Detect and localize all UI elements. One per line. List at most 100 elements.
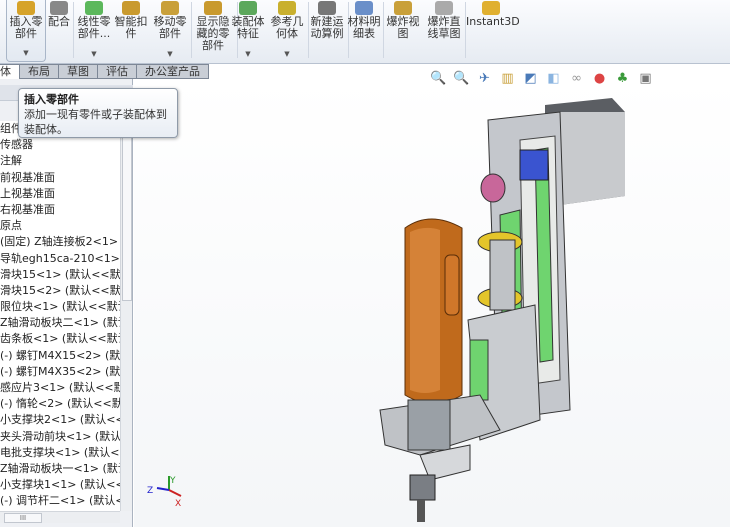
display-style-icon[interactable]: ◧ <box>545 70 562 87</box>
tab-4[interactable]: 办公室产品 <box>137 64 209 79</box>
tab-2[interactable]: 草图 <box>59 64 98 79</box>
z-label: Z <box>147 486 153 496</box>
tab-0[interactable]: 体 <box>0 64 20 79</box>
toolbar-button-smart-fastener[interactable]: 智能扣件 <box>112 0 150 62</box>
button-label: 部件 <box>159 27 181 40</box>
motion-study-icon <box>318 1 336 15</box>
tree-horizontal-scrollbar[interactable]: III <box>0 511 120 523</box>
view-settings-icon[interactable]: ▣ <box>637 70 654 87</box>
button-label: 线草图 <box>427 27 461 40</box>
toolbar-button-instant3d[interactable]: Instant3D <box>466 0 520 62</box>
tooltip-title: 插入零部件 <box>24 93 79 106</box>
toolbar-button-insert-component[interactable]: 插入零 部件 ▼ <box>6 0 46 62</box>
toolbar-button-assembly-feature[interactable]: 装配体 特征 ▼ <box>230 0 266 62</box>
tree-item[interactable]: 感应片3<1> (默认<<默认 <box>0 380 120 396</box>
tree-item[interactable]: (-) 螺钉M4X15<2> (默认 <box>0 348 120 364</box>
tree-item[interactable]: 注解 <box>0 153 120 169</box>
tree-item[interactable]: (-) 螺钉M4X35<2> (默认 <box>0 364 120 380</box>
tooltip: 插入零部件 添加一现有零件或子装配体到 装配体。 <box>18 88 178 138</box>
reference-triad: Y X Z <box>147 476 182 509</box>
reference-geometry-icon <box>278 1 296 15</box>
tooltip-text: 添加一现有零件或子装配体到 <box>24 108 167 121</box>
tree-item[interactable]: 齿条板<1> (默认<<默认 <box>0 331 120 347</box>
tree-item[interactable]: 导轨egh15ca-210<1> (默 <box>0 251 120 267</box>
tree-item[interactable]: 滑块15<1> (默认<<默认 <box>0 267 120 283</box>
linear-pattern-icon <box>85 1 103 15</box>
tree-item[interactable]: 电批支撑块<1> (默认<< <box>0 445 120 461</box>
tooltip-text: 装配体。 <box>24 123 68 136</box>
hide-show-icon[interactable]: ∞ <box>568 70 585 87</box>
button-label: 配合 <box>48 15 70 28</box>
tree-item[interactable]: (固定) Z轴连接板2<1> (默 <box>0 234 120 250</box>
tree-item[interactable]: Z轴滑动板块一<1> (默认 <box>0 461 120 477</box>
move-component-icon <box>161 1 179 15</box>
zoom-area-icon[interactable]: 🔍 <box>453 70 470 87</box>
heads-up-view-toolbar: 🔍 🔍 ✈ ▥ ◩ ◧ ∞ ● ♣ ▣ <box>430 70 654 87</box>
section-view-icon[interactable]: ▥ <box>499 70 516 87</box>
show-hidden-icon <box>204 1 222 15</box>
tree-item[interactable]: 右视基准面 <box>0 202 120 218</box>
toolbar-button-mate[interactable]: 配合 <box>46 0 72 62</box>
edit-appearance-icon[interactable]: ● <box>591 70 608 87</box>
view-orientation-icon[interactable]: ◩ <box>522 70 539 87</box>
explode-line-sketch-icon <box>435 1 453 15</box>
button-label: 部件 <box>15 27 37 40</box>
dropdown-arrow-icon[interactable]: ▼ <box>7 47 45 59</box>
dropdown-arrow-icon[interactable]: ▼ <box>267 48 307 60</box>
toolbar-button-linear-pattern[interactable]: 线性零 部件... ▼ <box>74 0 114 62</box>
exploded-view-icon <box>394 1 412 15</box>
button-label: 部件... <box>77 27 111 40</box>
tree-item[interactable]: 传感器 <box>0 137 120 153</box>
mate-icon <box>50 1 68 15</box>
z-axis <box>156 487 170 491</box>
tree-item[interactable]: 上视基准面 <box>0 186 120 202</box>
feature-tree: 组件传感器注解前视基准面上视基准面右视基准面原点(固定) Z轴连接板2<1> (… <box>0 121 120 511</box>
tree-item[interactable]: 小支撑块1<1> (默认<<默 <box>0 477 120 493</box>
apply-scene-icon[interactable]: ♣ <box>614 70 631 87</box>
scroll-thumb[interactable]: III <box>4 513 42 523</box>
toolbar-button-reference-geometry[interactable]: 参考几 何体 ▼ <box>267 0 307 62</box>
smart-fastener-icon <box>122 1 140 15</box>
toolbar-button-bom[interactable]: 材料明 细表 <box>346 0 382 62</box>
button-label: 图 <box>397 27 409 40</box>
assembly-feature-icon <box>239 1 257 15</box>
tree-item[interactable]: 原点 <box>0 218 120 234</box>
y-label: Y <box>169 476 176 486</box>
toolbar-button-move-component[interactable]: 移动零 部件 ▼ <box>150 0 190 62</box>
previous-view-icon[interactable]: ✈ <box>476 70 493 87</box>
tree-item[interactable]: 小支撑块2<1> (默认<<默 <box>0 412 120 428</box>
scroll-thumb[interactable] <box>122 121 132 301</box>
dropdown-arrow-icon[interactable]: ▼ <box>230 48 266 60</box>
feature-manager-panel: 组件传感器注解前视基准面上视基准面右视基准面原点(固定) Z轴连接板2<1> (… <box>0 79 133 527</box>
tree-item[interactable]: (-) 调节杆二<1> (默认<< <box>0 493 120 509</box>
tree-vertical-scrollbar[interactable] <box>120 121 132 511</box>
tree-item[interactable]: 限位块<1> (默认<<默认 <box>0 299 120 315</box>
dropdown-arrow-icon[interactable]: ▼ <box>150 48 190 60</box>
toolbar-button-exploded-view[interactable]: 爆炸视图 <box>385 0 421 62</box>
toolbar-button-explode-line-sketch[interactable]: 爆炸直 线草图 <box>424 0 464 62</box>
button-label: 何体 <box>276 27 298 40</box>
button-label: 特征 <box>237 27 259 40</box>
tab-1[interactable]: 布局 <box>20 64 59 79</box>
toolbar-separator <box>383 2 384 58</box>
command-tabs: 体布局 草图 评估 办公室产品 <box>0 64 209 79</box>
button-label: 件 <box>125 27 137 40</box>
x-label: X <box>175 499 181 509</box>
insert-component-icon <box>17 1 35 15</box>
bom-icon <box>355 1 373 15</box>
tree-item[interactable]: Z轴滑动板块二<1> (默认 <box>0 315 120 331</box>
instant3d-icon <box>482 1 500 15</box>
tree-item[interactable]: 前视基准面 <box>0 170 120 186</box>
button-label: Instant3D <box>466 15 520 28</box>
zoom-to-fit-icon[interactable]: 🔍 <box>430 70 447 87</box>
tree-item[interactable]: 夹头滑动前块<1> (默认< <box>0 429 120 445</box>
tree-item[interactable]: 滑块15<2> (默认<<默认 <box>0 283 120 299</box>
command-manager-toolbar: 插入零 部件 ▼ 配合 线性零 部件... ▼ 智能扣件移动零 部件 ▼ 显示隐 藏的零 部件 装配体 特征… <box>0 0 730 64</box>
tab-3[interactable]: 评估 <box>98 64 137 79</box>
dropdown-arrow-icon[interactable]: ▼ <box>74 48 114 60</box>
assembly-3d-model[interactable] <box>134 79 730 527</box>
x-axis <box>168 489 182 497</box>
toolbar-button-motion-study[interactable]: 新建运 动算例 <box>307 0 347 62</box>
tree-item[interactable]: (-) 惰轮<2> (默认<<默认 <box>0 396 120 412</box>
button-label: 细表 <box>353 27 375 40</box>
